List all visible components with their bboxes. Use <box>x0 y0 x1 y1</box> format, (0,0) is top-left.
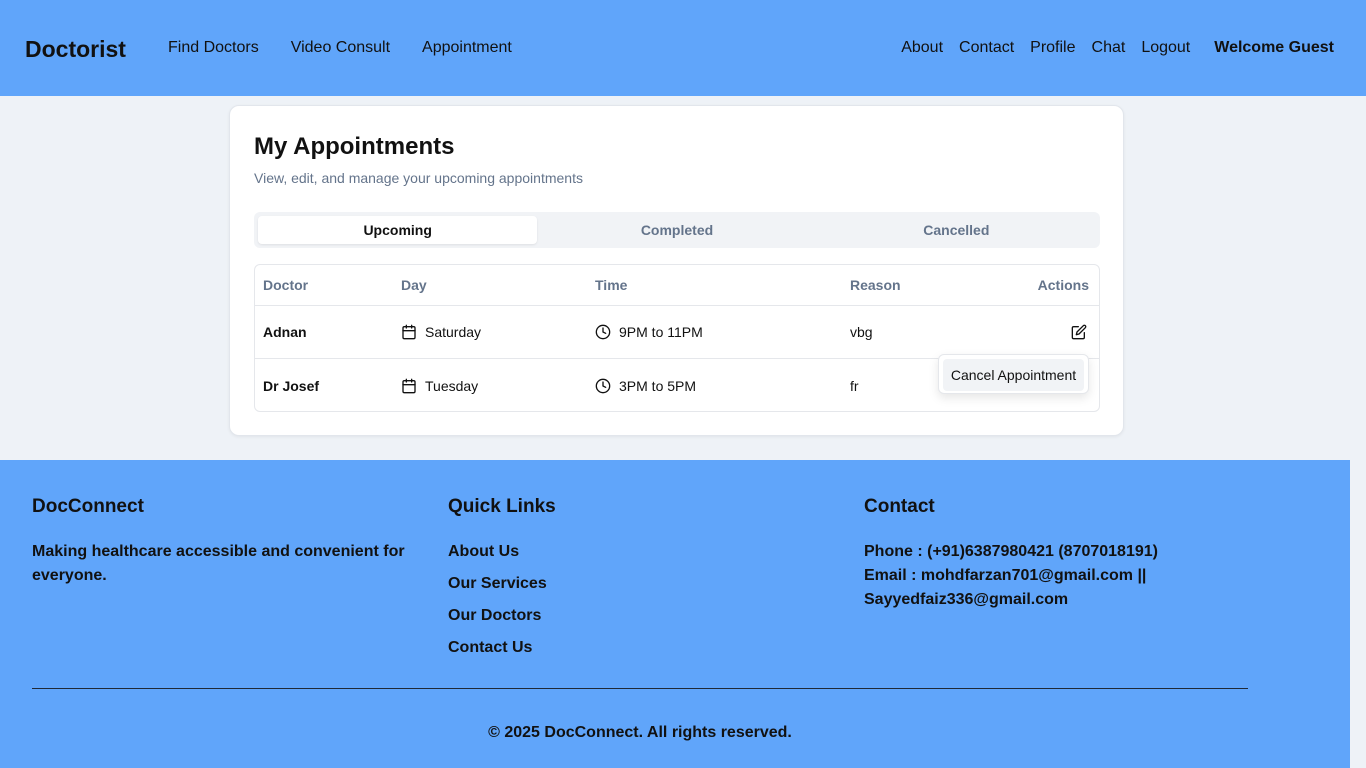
site-footer: DocConnect Making healthcare accessible … <box>0 460 1350 768</box>
page-title: My Appointments <box>254 133 455 160</box>
page-subtitle: View, edit, and manage your upcoming app… <box>254 170 583 186</box>
table-row: Adnan Saturday 9PM to 11PM vbg <box>255 306 1099 359</box>
doctor-name: Adnan <box>263 324 307 340</box>
time-cell: 3PM to 5PM <box>595 378 696 394</box>
table-header: Doctor Day Time Reason Actions <box>255 265 1099 306</box>
cancel-appointment-button[interactable]: Cancel Appointment <box>943 359 1084 391</box>
top-navbar: Doctorist Find Doctors Video Consult App… <box>0 0 1366 96</box>
calendar-icon <box>401 378 417 394</box>
tab-cancelled[interactable]: Cancelled <box>817 216 1096 244</box>
site-logo[interactable]: Doctorist <box>25 36 126 63</box>
footer-link-about-us[interactable]: About Us <box>448 536 828 568</box>
footer-tagline: Making healthcare accessible and conveni… <box>32 543 405 584</box>
nav-logout[interactable]: Logout <box>1141 39 1190 57</box>
day-value: Saturday <box>425 324 482 340</box>
actions-dropdown-menu: Cancel Appointment <box>938 354 1089 394</box>
quick-links-heading: Quick Links <box>448 496 556 517</box>
actions-cell <box>1069 322 1089 342</box>
contact-heading: Contact <box>864 496 935 517</box>
footer-quick-links: Quick Links About Us Our Services Our Do… <box>448 496 828 664</box>
nav-contact[interactable]: Contact <box>959 39 1014 57</box>
contact-phone: Phone : (+91)6387980421 (8707018191) <box>864 543 1158 560</box>
scrollbar-track[interactable] <box>1350 460 1366 768</box>
primary-nav: Find Doctors Video Consult Appointment <box>168 39 512 57</box>
contact-email: Email : mohdfarzan701@gmail.com || <box>864 567 1147 584</box>
doctor-name: Dr Josef <box>263 377 320 394</box>
column-header-day: Day <box>401 277 427 293</box>
welcome-user: Welcome Guest <box>1214 39 1334 56</box>
footer-link-our-services[interactable]: Our Services <box>448 568 828 600</box>
nav-find-doctors[interactable]: Find Doctors <box>168 39 259 57</box>
day-value: Tuesday <box>425 377 479 394</box>
nav-video-consult[interactable]: Video Consult <box>291 39 390 57</box>
footer-contact: Contact Phone : (+91)6387980421 (8707018… <box>864 496 1244 612</box>
footer-link-contact-us[interactable]: Contact Us <box>448 632 828 664</box>
time-cell: 9PM to 11PM <box>595 324 703 340</box>
day-cell: Saturday <box>401 324 481 340</box>
time-value: 9PM to 11PM <box>619 324 703 340</box>
tab-completed[interactable]: Completed <box>537 216 816 244</box>
reason-value: fr <box>850 377 859 394</box>
nav-appointment[interactable]: Appointment <box>422 39 512 57</box>
column-header-actions: Actions <box>1037 277 1089 293</box>
footer-brand-heading: DocConnect <box>32 496 144 517</box>
contact-email-secondary: Sayyedfaiz336@gmail.com <box>864 591 1069 608</box>
clock-icon <box>595 324 611 340</box>
column-header-doctor: Doctor <box>263 277 309 293</box>
copyright-text: © 2025 DocConnect. All rights reserved. <box>488 724 792 741</box>
nav-profile[interactable]: Profile <box>1030 39 1075 57</box>
tab-upcoming[interactable]: Upcoming <box>258 216 538 244</box>
footer-link-our-doctors[interactable]: Our Doctors <box>448 600 828 632</box>
nav-chat[interactable]: Chat <box>1092 39 1126 57</box>
day-cell: Tuesday <box>401 378 478 394</box>
column-header-reason: Reason <box>850 277 901 293</box>
reason-value: vbg <box>850 324 873 340</box>
edit-icon[interactable] <box>1069 322 1089 342</box>
time-value: 3PM to 5PM <box>619 377 697 394</box>
secondary-nav: About Contact Profile Chat Logout Welcom… <box>901 39 1334 57</box>
footer-about: DocConnect Making healthcare accessible … <box>32 496 412 588</box>
calendar-icon <box>401 324 417 340</box>
footer-divider <box>32 688 1248 689</box>
nav-about[interactable]: About <box>901 39 943 57</box>
appointment-tabs: Upcoming Completed Cancelled <box>254 212 1100 248</box>
clock-icon <box>595 378 611 394</box>
column-header-time: Time <box>595 277 628 293</box>
